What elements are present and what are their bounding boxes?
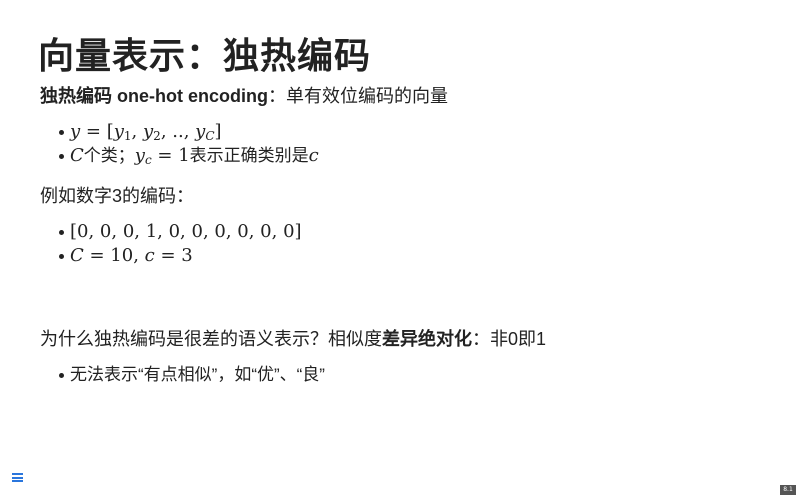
question-emphasis: 差异绝对化 [382, 329, 472, 349]
menu-icon[interactable] [12, 473, 23, 482]
notation-list: y = [y1, y2, .., yC] C个类；yc = 1表示正确类别是c [40, 120, 319, 168]
list-item: 无法表示“有点相似”，如“优”、“良” [40, 363, 325, 387]
list-item: [0, 0, 0, 1, 0, 0, 0, 0, 0, 0] [40, 220, 302, 244]
example-heading: 例如数字3的编码： [40, 186, 195, 206]
list-item: C个类；yc = 1表示正确类别是c [40, 144, 319, 168]
definition-term: 独热编码 one-hot encoding [40, 86, 268, 106]
example-list: [0, 0, 0, 1, 0, 0, 0, 0, 0, 0] C = 10, c… [40, 220, 302, 268]
list-item: C = 10, c = 3 [40, 244, 302, 268]
definition-text: ：单有效位编码的向量 [267, 86, 448, 106]
list-item: y = [y1, y2, .., yC] [40, 120, 319, 144]
slide-title: 向量表示：独热编码 [38, 35, 372, 76]
vector-y-formula: y = [y1, y2, .., yC] [70, 121, 222, 143]
question-suffix: ：非0即1 [472, 329, 547, 349]
definition-line: 独热编码 one-hot encoding：单有效位编码的向量 [40, 82, 448, 108]
page-number: 8.1 [780, 485, 796, 495]
question-line: 为什么独热编码是很差的语义表示？相似度差异绝对化：非0即1 [40, 325, 546, 351]
example-vector: [0, 0, 0, 1, 0, 0, 0, 0, 0, 0] [70, 221, 302, 242]
similarity-note: 无法表示“有点相似”，如“优”、“良” [70, 365, 325, 384]
question-list: 无法表示“有点相似”，如“优”、“良” [40, 363, 325, 387]
question-text: 为什么独热编码是很差的语义表示？相似度 [40, 329, 382, 349]
class-count-text: C个类；yc = 1表示正确类别是c [70, 145, 319, 167]
example-values: C = 10, c = 3 [70, 245, 193, 266]
slide: 向量表示：独热编码 独热编码 one-hot encoding：单有效位编码的向… [0, 0, 800, 500]
